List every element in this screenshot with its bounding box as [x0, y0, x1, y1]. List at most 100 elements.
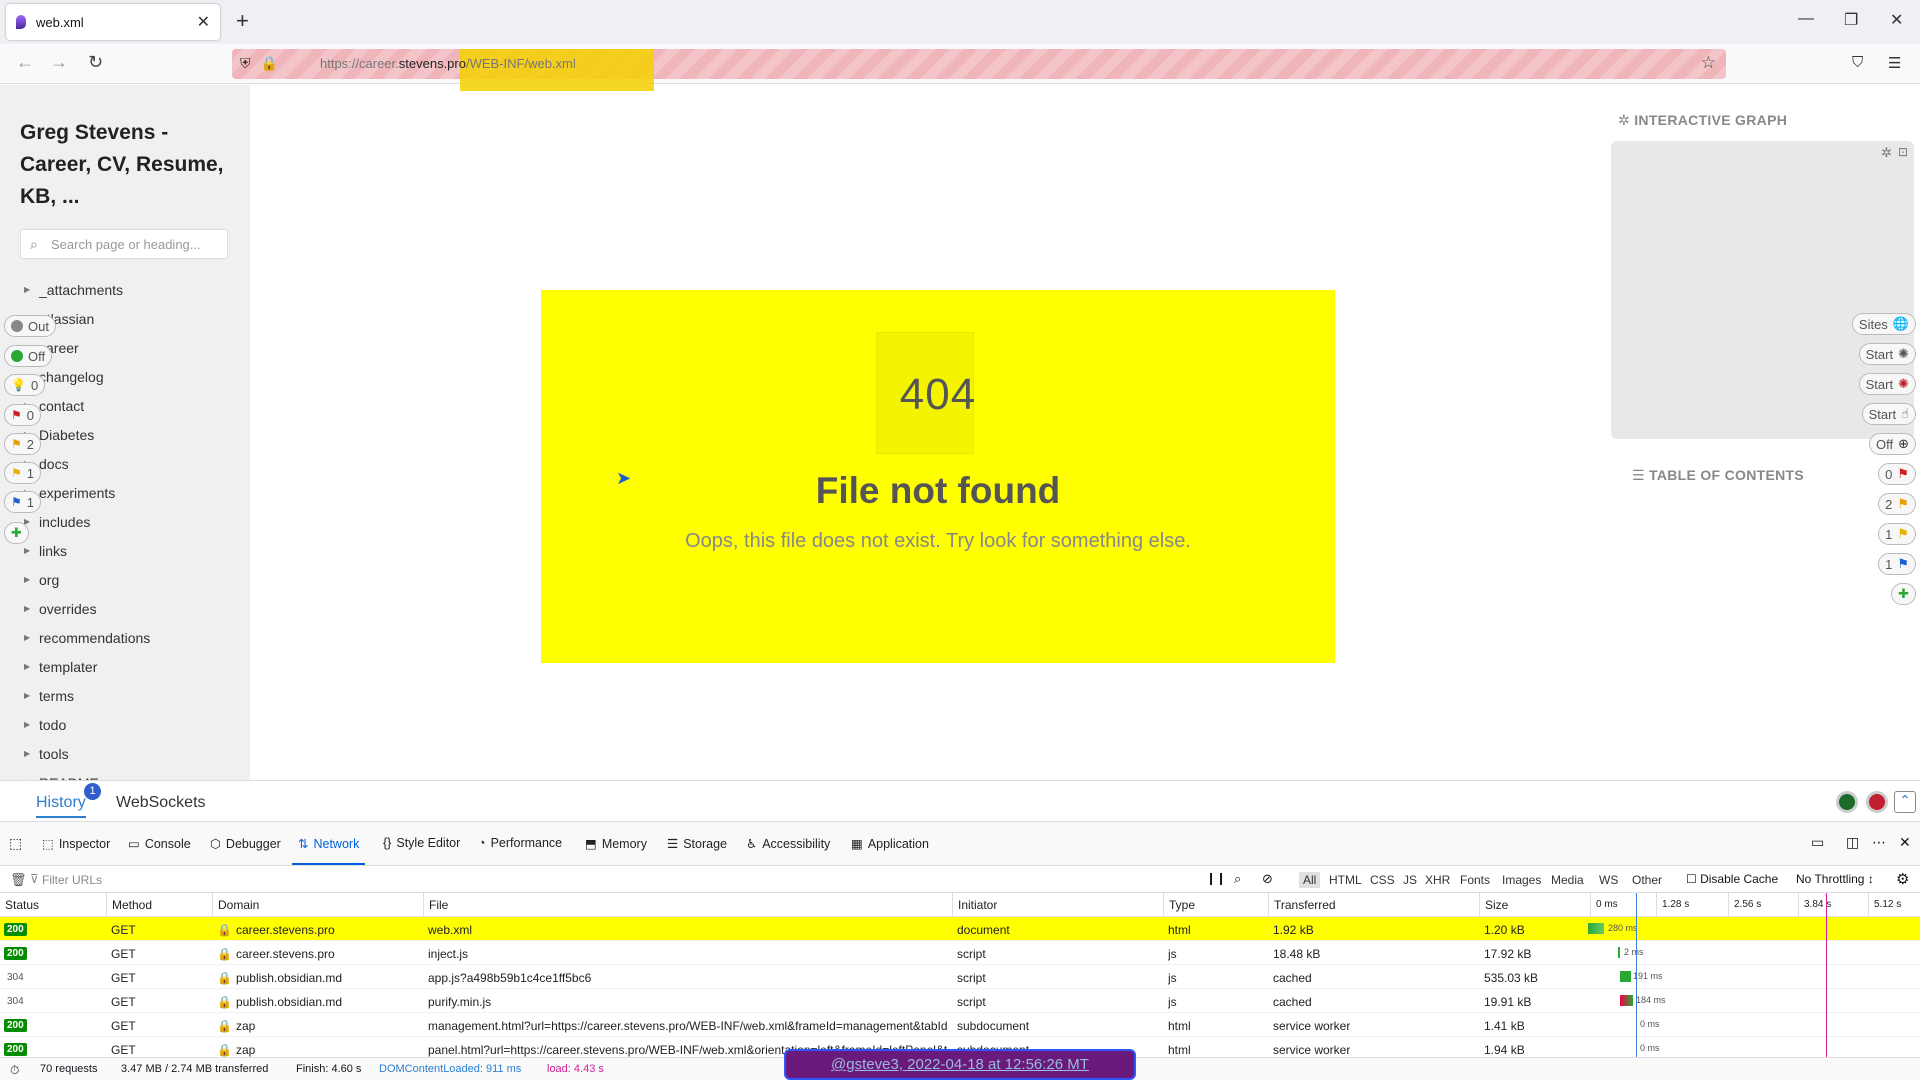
reload-icon[interactable]: ↻ [88, 52, 103, 73]
pocket-icon[interactable]: ⛉ [1852, 54, 1863, 71]
expand-arrow-icon[interactable]: ▶ [24, 633, 39, 642]
tree-item[interactable]: ▶README [24, 768, 150, 781]
graph-expand-icon[interactable]: ⊡ [1898, 145, 1908, 159]
expand-arrow-icon[interactable]: ▶ [24, 720, 39, 729]
devtools-tab-storage[interactable]: ☰ Storage [667, 836, 727, 852]
devtools-tab-performance[interactable]: ◔ Performance [478, 836, 562, 850]
throttling-select[interactable]: No Throttling ↕ [1796, 872, 1874, 886]
right-pill-button[interactable]: Off ⊕ [1868, 433, 1916, 455]
filter-urls-input[interactable]: Filter URLs [42, 873, 102, 887]
column-header-domain[interactable]: Domain [212, 893, 259, 917]
expand-arrow-icon[interactable]: ▶ [24, 604, 39, 613]
left-pill-button[interactable]: ⚑ 1 [4, 491, 41, 513]
devtools-tab-console[interactable]: ▭ Console [128, 836, 191, 852]
type-filter-xhr[interactable]: XHR [1425, 873, 1450, 887]
devtools-tab-style-editor[interactable]: {} Style Editor [383, 836, 460, 850]
tree-item[interactable]: ▶ tools [24, 739, 150, 768]
window-close-icon[interactable]: ✕ [1890, 10, 1903, 30]
tree-item[interactable]: ▶ overrides [24, 594, 150, 623]
site-title[interactable]: Greg Stevens - Career, CV, Resume, KB, .… [20, 117, 240, 213]
column-header-transferred[interactable]: Transferred [1268, 893, 1336, 917]
right-pill-button[interactable]: Start ✺ [1858, 343, 1916, 365]
expand-arrow-icon[interactable]: ▶ [24, 691, 39, 700]
tree-item[interactable]: ▶ todo [24, 710, 150, 739]
url-bar[interactable]: ⛨🔒 https://career.stevens.pro/WEB-INF/we… [232, 49, 1726, 91]
tree-item[interactable]: ▶experiments [24, 478, 150, 507]
dock-icon[interactable]: ◫ [1846, 834, 1859, 851]
graph-settings-icon[interactable]: ✲ [1881, 145, 1892, 161]
left-pill-button[interactable]: ⚑ 1 [4, 462, 41, 484]
expand-arrow-icon[interactable]: ▶ [24, 517, 39, 526]
tree-item[interactable]: ▶Diabetes [24, 420, 150, 449]
tree-item[interactable]: ▶ terms [24, 681, 150, 710]
tree-item[interactable]: ▶ org [24, 565, 150, 594]
table-row[interactable]: 304 GET 🔒 publish.obsidian.md app.js?a498b59… [0, 965, 1920, 989]
right-pill-button[interactable]: 2 ⚑ [1878, 493, 1916, 515]
close-devtools-icon[interactable]: ✕ [1899, 834, 1911, 851]
table-row[interactable]: 200 GET 🔒 career.stevens.pro web.xml document… [0, 917, 1920, 941]
type-filter-images[interactable]: Images [1502, 873, 1541, 887]
expand-arrow-icon[interactable]: ▶ [24, 285, 39, 294]
expand-arrow-icon[interactable]: ▶ [24, 546, 39, 555]
pause-icon[interactable]: ❙❙ [1206, 871, 1226, 885]
more-icon[interactable]: ⋯ [1872, 834, 1886, 851]
type-filter-css[interactable]: CSS [1370, 873, 1395, 887]
type-filter-html[interactable]: HTML [1329, 873, 1362, 887]
table-row[interactable]: 200 GET 🔒 career.stevens.pro inject.js script… [0, 941, 1920, 965]
table-row[interactable]: 304 GET 🔒 publish.obsidian.md purify.min.js s… [0, 989, 1920, 1013]
tab-websockets[interactable]: WebSockets [116, 794, 206, 812]
left-pill-button[interactable]: ⚑ 0 [4, 404, 41, 426]
right-pill-button[interactable]: Sites 🌐 [1851, 313, 1916, 335]
right-pill-button[interactable]: 1 ⚑ [1878, 523, 1916, 545]
new-tab-button[interactable]: + [236, 9, 249, 33]
type-filter-ws[interactable]: WS [1599, 873, 1618, 887]
timestamp-watermark[interactable]: @gsteve3, 2022-04-18 at 12:56:26 MT [784, 1049, 1136, 1080]
back-icon[interactable]: ← [16, 52, 34, 73]
type-filter-fonts[interactable]: Fonts [1460, 873, 1490, 887]
expand-arrow-icon[interactable]: ▶ [24, 575, 39, 584]
zap-status-icon[interactable] [1836, 791, 1858, 813]
left-pill-button[interactable]: 💡 0 [4, 374, 46, 396]
tree-item[interactable]: ▶ recommendations [24, 623, 150, 652]
devtools-tab-inspector[interactable]: ⬚ Inspector [42, 836, 110, 852]
network-settings-icon[interactable]: ⚙ [1896, 870, 1909, 888]
add-button[interactable]: ✚ [1891, 583, 1916, 605]
search-input[interactable]: ⌕ Search page or heading... [20, 229, 228, 259]
block-icon[interactable]: ⊘ [1262, 871, 1273, 887]
column-header-method[interactable]: Method [106, 893, 152, 917]
tree-item[interactable]: ▶ _attachments [24, 275, 150, 304]
disable-cache-checkbox[interactable]: ☐ Disable Cache [1686, 872, 1778, 886]
close-tab-icon[interactable]: ✕ [197, 12, 210, 32]
collapse-icon[interactable]: ⌃ [1894, 791, 1916, 813]
table-row[interactable]: 200 GET 🔒 zap management.html?url=https://ca… [0, 1013, 1920, 1037]
minimize-icon[interactable]: — [1798, 10, 1814, 28]
right-pill-button[interactable]: Start ✺ [1858, 373, 1916, 395]
tree-item[interactable]: ▶contact [24, 391, 150, 420]
type-filter-media[interactable]: Media [1551, 873, 1584, 887]
column-header-initiator[interactable]: Initiator [952, 893, 997, 917]
hud-icon[interactable] [1866, 791, 1888, 813]
type-filter-other[interactable]: Other [1632, 873, 1662, 887]
search-network-icon[interactable]: ⌕ [1234, 871, 1241, 887]
responsive-icon[interactable]: ▭ [1811, 834, 1824, 851]
column-header-status[interactable]: Status [0, 893, 39, 917]
right-pill-button[interactable]: 1 ⚑ [1878, 553, 1916, 575]
tree-item[interactable]: ▶ includes [24, 507, 150, 536]
type-filter-js[interactable]: JS [1403, 873, 1417, 887]
right-pill-button[interactable]: Start ☝ [1861, 403, 1916, 425]
bookmark-star-icon[interactable]: ☆ [1701, 53, 1716, 73]
devtools-tab-application[interactable]: ▦ Application [851, 836, 929, 852]
left-pill-button[interactable]: Off [4, 345, 53, 367]
forward-icon[interactable]: → [50, 52, 68, 73]
perf-icon[interactable]: ⏱ [10, 1063, 19, 1078]
devtools-tab-memory[interactable]: ⬒ Memory [585, 836, 647, 852]
element-picker-icon[interactable]: ⬚ [9, 835, 22, 852]
column-header-file[interactable]: File [423, 893, 448, 917]
tree-item[interactable]: ▶ links [24, 536, 150, 565]
devtools-tab-network[interactable]: ⇅ Network [291, 836, 366, 865]
devtools-tab-accessibility[interactable]: ♿ Accessibility [746, 836, 830, 852]
devtools-tab-debugger[interactable]: ⬡ Debugger [210, 836, 281, 852]
tab-web-xml[interactable]: web.xml ✕ [6, 4, 220, 40]
left-pill-button[interactable]: ⚑ 2 [4, 433, 41, 455]
right-pill-button[interactable]: 0 ⚑ [1878, 463, 1916, 485]
